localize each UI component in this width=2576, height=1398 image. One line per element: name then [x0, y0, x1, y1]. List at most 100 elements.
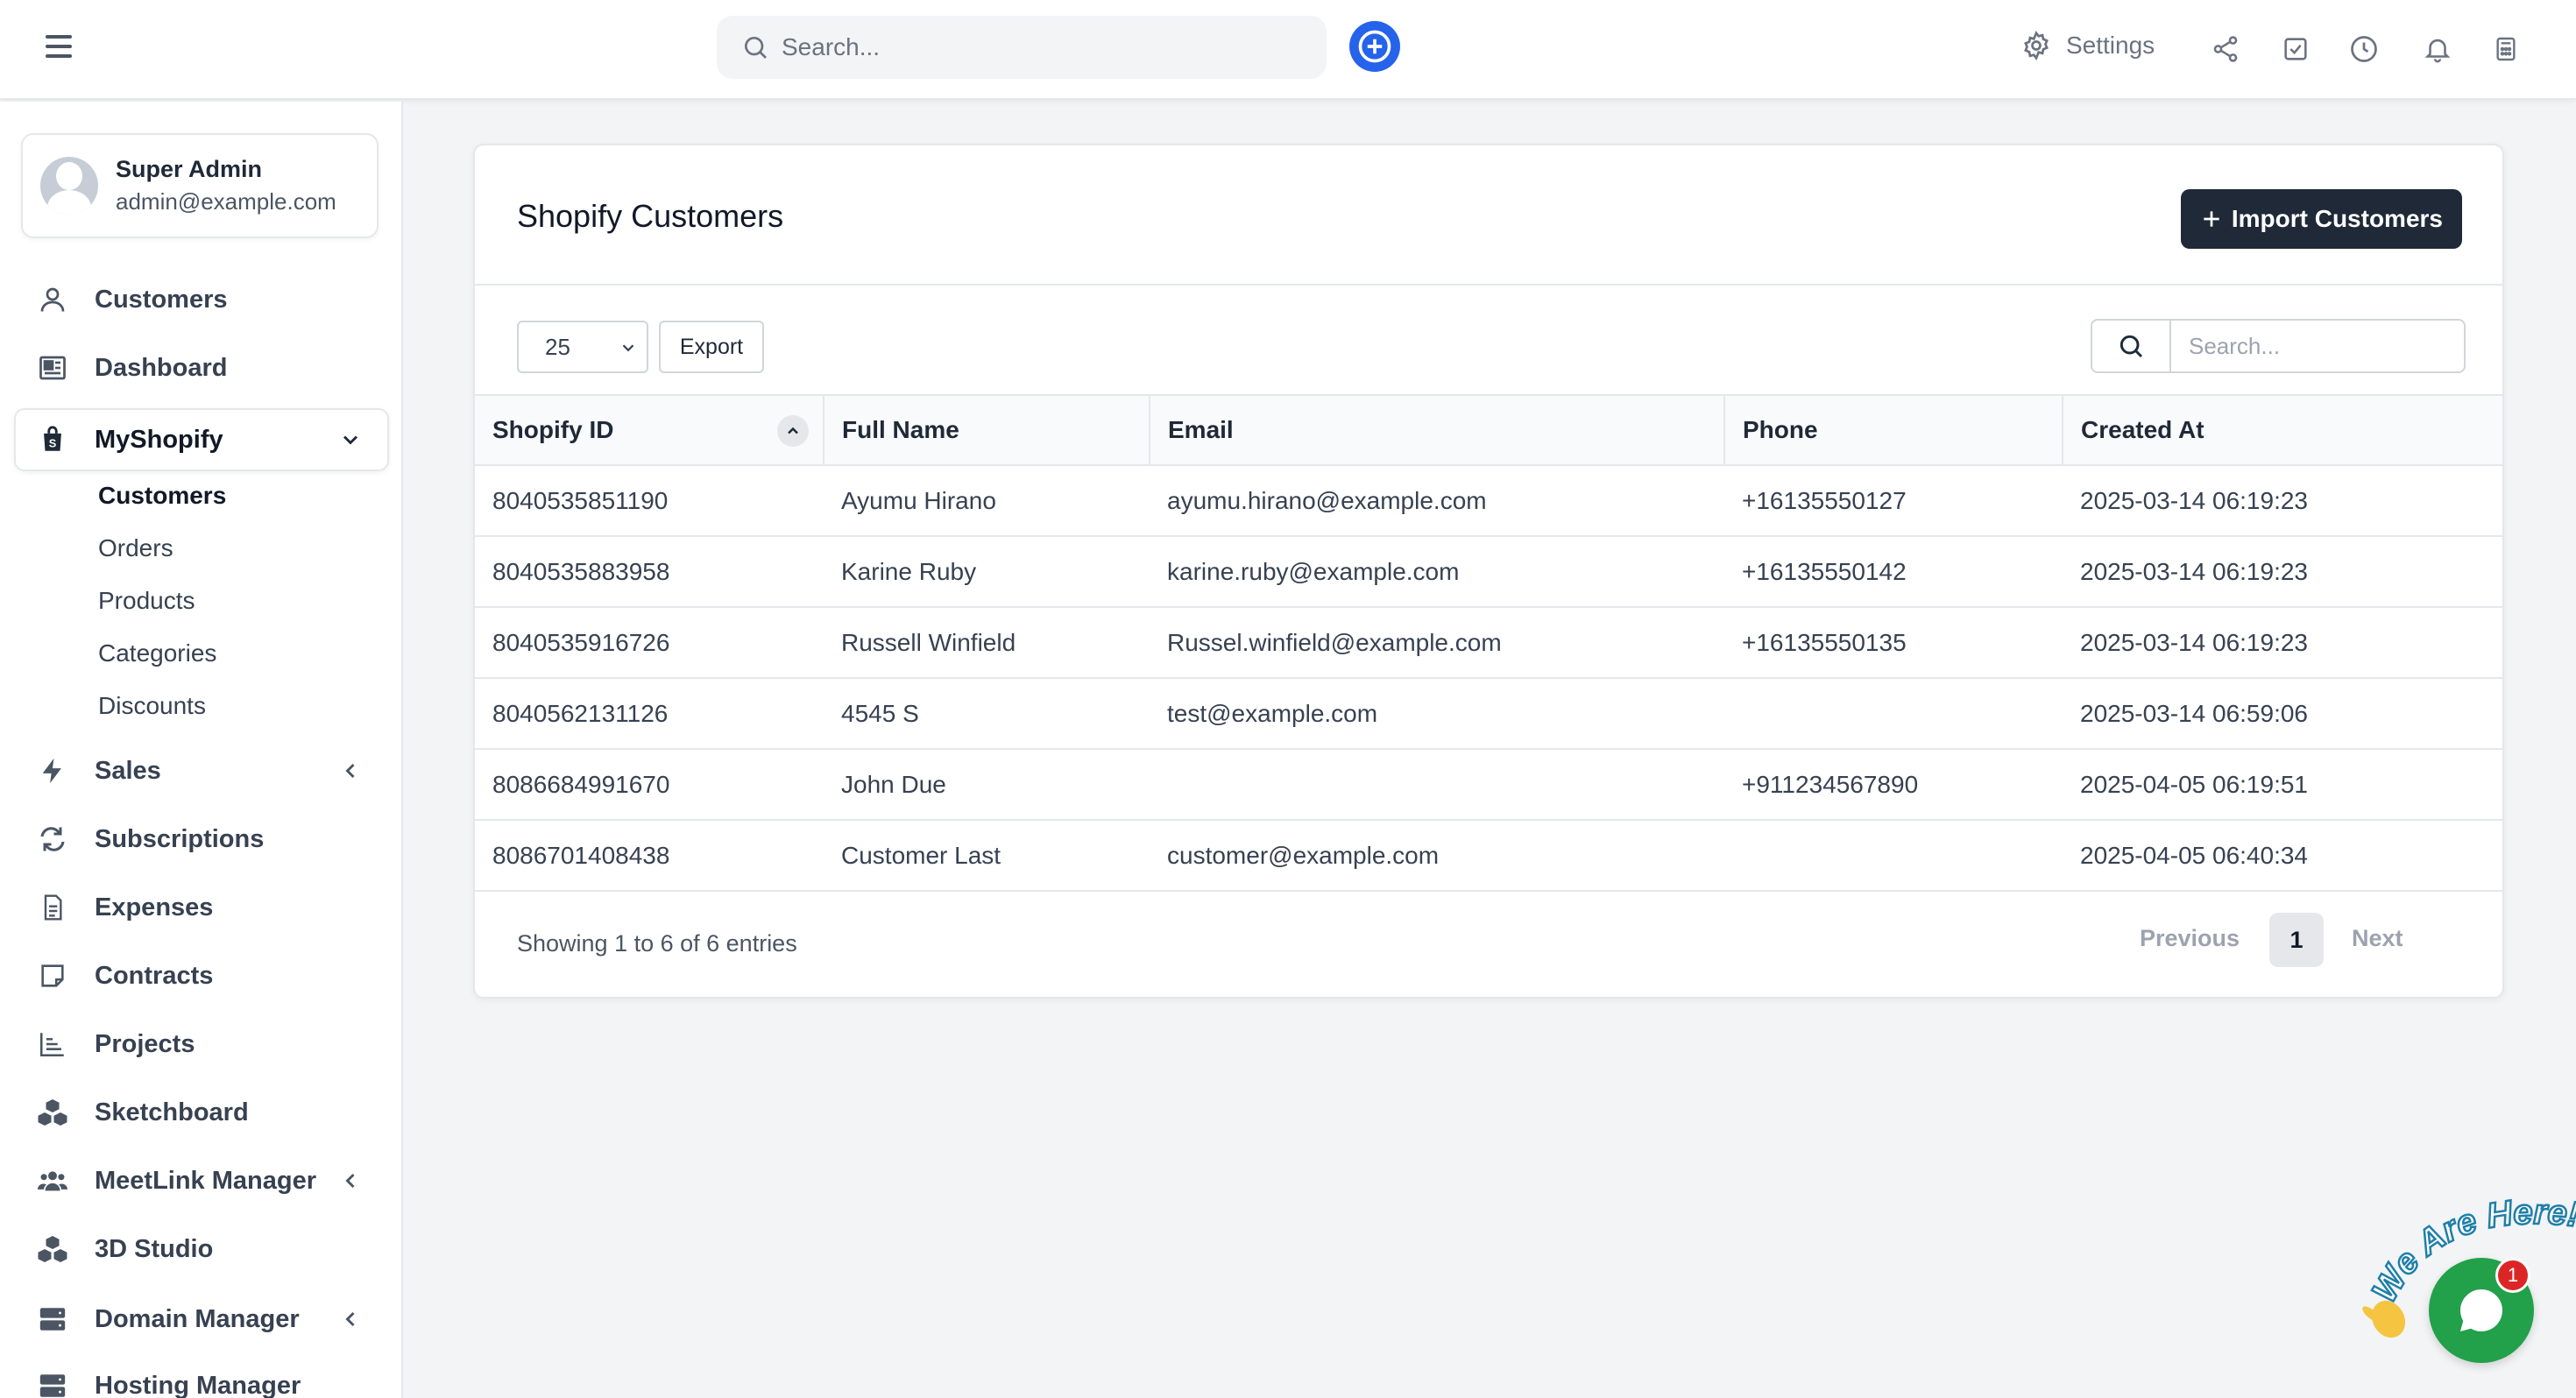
clock-icon[interactable] [2346, 32, 2381, 67]
cell-full-name: 4545 S [824, 678, 1150, 750]
cell-full-name: Karine Ruby [824, 536, 1150, 608]
sidebar-item-meetlink-manager[interactable]: MeetLink Manager [35, 1154, 386, 1207]
cell-email: customer@example.com [1150, 820, 1724, 892]
table-row[interactable]: 8040535916726 Russell Winfield Russel.wi… [475, 607, 2502, 679]
sidebar-item-label: Subscriptions [95, 824, 265, 853]
table-search-button[interactable] [2092, 321, 2171, 371]
sidebar-item-label: Domain Manager [95, 1304, 300, 1333]
sidebar-item-label: 3D Studio [95, 1234, 214, 1263]
sidebar-item-customers[interactable]: Customers [35, 273, 386, 326]
waving-hand-icon [2362, 1300, 2406, 1338]
menu-toggle-icon[interactable] [46, 35, 81, 63]
sidebar-item-sales[interactable]: Sales [35, 745, 386, 797]
cell-created-at: 2025-03-14 06:19:23 [2063, 607, 2502, 679]
calculator-icon[interactable] [2488, 32, 2523, 67]
sidebar-item-label: Dashboard [95, 353, 228, 382]
plus-icon [1358, 30, 1391, 63]
sidebar-item-expenses[interactable]: Expenses [35, 881, 386, 934]
sub-item-products[interactable]: Products [98, 587, 195, 615]
chevron-left-icon [345, 763, 355, 779]
cell-phone [1724, 820, 2063, 892]
cell-email [1150, 749, 1724, 821]
shopify-bag-icon: S [35, 422, 70, 457]
cell-created-at: 2025-04-05 06:40:34 [2063, 820, 2502, 892]
quick-add-button[interactable] [1349, 21, 1400, 72]
cell-created-at: 2025-04-05 06:19:51 [2063, 749, 2502, 821]
search-icon [2120, 335, 2143, 358]
cubes-icon [35, 1095, 70, 1130]
page-title: Shopify Customers [517, 198, 784, 234]
global-search-input[interactable] [782, 33, 1272, 61]
sidebar-item-myshopify[interactable]: S MyShopify [35, 413, 386, 466]
sub-item-customers[interactable]: Customers [98, 482, 226, 510]
pagination-page-current[interactable]: 1 [2269, 913, 2324, 967]
cell-shopify-id: 8040535916726 [475, 607, 824, 679]
user-icon [35, 282, 70, 317]
sub-item-categories[interactable]: Categories [98, 639, 216, 667]
sidebar-item-label: Projects [95, 1029, 195, 1058]
cell-shopify-id: 8040562131126 [475, 678, 824, 750]
sidebar-item-dashboard[interactable]: Dashboard [35, 342, 386, 394]
column-header-shopify-id[interactable]: Shopify ID [475, 394, 824, 466]
repeat-icon [35, 822, 70, 857]
chart-icon [35, 1027, 70, 1062]
cell-full-name: Russell Winfield [824, 607, 1150, 679]
column-header-label: Created At [2081, 416, 2204, 443]
export-button[interactable]: Export [659, 321, 764, 373]
plus-icon [2204, 211, 2219, 227]
pagination-previous[interactable]: Previous [2140, 925, 2240, 952]
sidebar-item-subscriptions[interactable]: Subscriptions [35, 813, 386, 865]
top-bar: Settings [0, 0, 2576, 100]
sidebar-item-hosting-manager[interactable]: Hosting Manager [35, 1359, 386, 1398]
column-header-email[interactable]: Email [1150, 394, 1725, 466]
settings-button[interactable]: Settings [2020, 30, 2155, 61]
card-header: Shopify Customers Import Customers [475, 145, 2502, 286]
column-header-label: Phone [1743, 416, 1818, 443]
column-header-label: Email [1168, 416, 1234, 443]
chevron-left-icon [345, 1173, 355, 1189]
table-row[interactable]: 8040535851190 Ayumu Hirano ayumu.hirano@… [475, 465, 2502, 537]
cell-shopify-id: 8086701408438 [475, 820, 824, 892]
profile-email: admin@example.com [116, 188, 336, 215]
sidebar-item-3d-studio[interactable]: 3D Studio [35, 1223, 386, 1275]
customers-card: Shopify Customers Import Customers 25 Ex… [473, 144, 2504, 999]
cell-shopify-id: 8086684991670 [475, 749, 824, 821]
chevron-down-icon [343, 435, 358, 445]
entries-info: Showing 1 to 6 of 6 entries [517, 930, 797, 957]
dashboard-icon [35, 350, 70, 385]
table-row[interactable]: 8086701408438 Customer Last customer@exa… [475, 820, 2502, 892]
gear-icon [2024, 31, 2049, 60]
customers-table: Shopify ID Full Name Email Phone Created… [475, 394, 2502, 892]
pagination-next[interactable]: Next [2352, 925, 2403, 952]
task-check-icon[interactable] [2278, 32, 2313, 67]
cell-phone: +16135550127 [1724, 465, 2063, 537]
column-header-label: Full Name [842, 416, 959, 443]
sort-ascending-icon[interactable] [777, 415, 809, 447]
column-header-phone[interactable]: Phone [1724, 394, 2063, 466]
cell-phone: +16135550142 [1724, 536, 2063, 608]
import-customers-button[interactable]: Import Customers [2180, 189, 2462, 249]
sidebar-item-domain-manager[interactable]: Domain Manager [35, 1293, 386, 1345]
sub-item-discounts[interactable]: Discounts [98, 692, 206, 720]
page-size-select[interactable]: 25 [517, 321, 648, 373]
table-row[interactable]: 8040535883958 Karine Ruby karine.ruby@ex… [475, 536, 2502, 608]
cell-phone: +911234567890 [1724, 749, 2063, 821]
cubes-icon [35, 1232, 70, 1267]
table-row[interactable]: 8086684991670 John Due +911234567890 202… [475, 749, 2502, 821]
sub-item-orders[interactable]: Orders [98, 534, 173, 562]
sidebar-item-label: Expenses [95, 893, 214, 921]
chevron-left-icon [345, 1311, 355, 1327]
sidebar-item-sketchboard[interactable]: Sketchboard [35, 1086, 386, 1139]
bell-icon[interactable] [2420, 32, 2455, 67]
sidebar-item-label: Hosting Manager [95, 1371, 301, 1398]
sidebar-item-projects[interactable]: Projects [35, 1018, 386, 1070]
global-search[interactable] [717, 16, 1327, 79]
user-profile-card[interactable]: Super Admin admin@example.com [21, 133, 379, 238]
column-header-created-at[interactable]: Created At [2063, 394, 2502, 466]
table-row[interactable]: 8040562131126 4545 S test@example.com 20… [475, 678, 2502, 750]
table-search-input[interactable] [2171, 321, 2460, 371]
cell-created-at: 2025-03-14 06:19:23 [2063, 465, 2502, 537]
sidebar-item-contracts[interactable]: Contracts [35, 950, 386, 1002]
share-icon[interactable] [2208, 32, 2243, 67]
column-header-full-name[interactable]: Full Name [824, 394, 1150, 466]
